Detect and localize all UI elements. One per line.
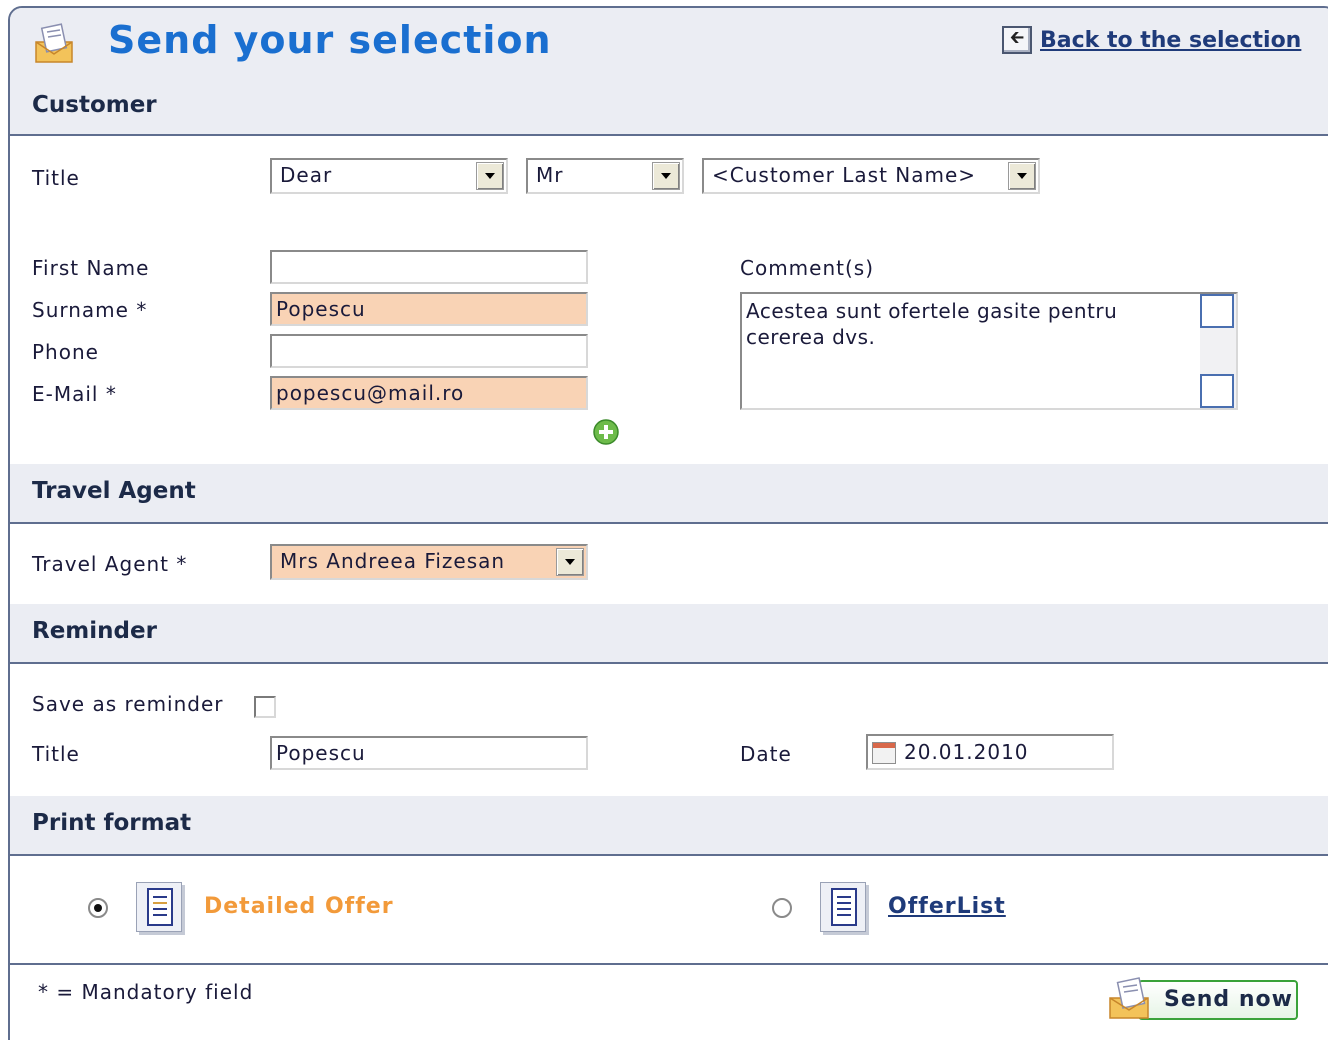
salutation-select[interactable]: Dear — [270, 158, 508, 194]
reminder-date-field[interactable]: 20.01.2010 — [866, 734, 1114, 770]
mandatory-field-note: * = Mandatory field — [38, 980, 254, 1004]
section-title: Print format — [32, 810, 192, 836]
chevron-down-icon[interactable] — [476, 162, 504, 190]
honorific-select[interactable]: Mr — [526, 158, 684, 194]
document-list-icon — [820, 882, 866, 932]
first-name-label: First Name — [32, 256, 150, 280]
back-link-label[interactable]: Back to the selection — [1040, 28, 1301, 53]
send-selection-panel: Send your selection 🡰 Back to the select… — [8, 6, 1328, 1040]
save-reminder-checkbox[interactable] — [254, 696, 276, 718]
arrow-left-icon[interactable]: 🡰 — [1002, 26, 1032, 54]
phone-label: Phone — [32, 340, 99, 364]
section-title: Reminder — [32, 618, 157, 644]
chevron-down-icon[interactable] — [1008, 162, 1036, 190]
travel-agent-section-header: Travel Agent — [10, 464, 1328, 524]
select-value: <Customer Last Name> — [712, 163, 977, 187]
select-value: Mr — [536, 163, 564, 187]
envelope-letter-icon[interactable] — [1108, 976, 1156, 1022]
email-field[interactable] — [270, 376, 588, 410]
comments-textarea[interactable]: Acestea sunt ofertele gasite pentru cere… — [740, 292, 1238, 410]
phone-field[interactable] — [270, 334, 588, 368]
surname-label: Surname * — [32, 298, 148, 322]
comments-scrollbar[interactable] — [1200, 294, 1236, 408]
footer-divider — [10, 963, 1328, 965]
travel-agent-label: Travel Agent * — [32, 552, 188, 576]
chevron-down-icon[interactable] — [556, 548, 584, 576]
send-now-button[interactable]: Send now — [1108, 977, 1300, 1022]
select-value: Mrs Andreea Fizesan — [280, 549, 506, 573]
calendar-icon[interactable] — [872, 742, 896, 764]
reminder-title-field[interactable] — [270, 736, 588, 770]
travel-agent-select[interactable]: Mrs Andreea Fizesan — [270, 544, 588, 580]
reminder-date-label: Date — [740, 742, 792, 766]
comments-label: Comment(s) — [740, 256, 875, 280]
scroll-up-button[interactable] — [1200, 294, 1234, 328]
offerlist-radio[interactable] — [772, 898, 792, 918]
print-format-section-header: Print format — [10, 796, 1328, 856]
email-label: E-Mail * — [32, 382, 117, 406]
date-value[interactable]: 20.01.2010 — [904, 740, 1029, 764]
scroll-down-button[interactable] — [1200, 374, 1234, 408]
customer-section-header: Customer — [10, 76, 1328, 136]
send-now-label[interactable]: Send now — [1164, 987, 1293, 1012]
detailed-offer-label[interactable]: Detailed Offer — [204, 894, 394, 919]
envelope-letter-icon — [35, 23, 73, 63]
section-title: Customer — [32, 92, 157, 118]
save-reminder-label: Save as reminder — [32, 692, 224, 716]
back-to-selection-link[interactable]: 🡰 Back to the selection — [1002, 26, 1301, 54]
comments-text[interactable]: Acestea sunt ofertele gasite pentru cere… — [746, 298, 1196, 350]
offerlist-link[interactable]: OfferList — [888, 894, 1006, 919]
customer-name-select[interactable]: <Customer Last Name> — [702, 158, 1040, 194]
surname-field[interactable] — [270, 292, 588, 326]
plus-circle-icon[interactable] — [592, 418, 620, 446]
reminder-section-header: Reminder — [10, 604, 1328, 664]
detailed-offer-radio[interactable] — [88, 898, 108, 918]
page-title: Send your selection — [108, 18, 552, 62]
select-value: Dear — [280, 163, 333, 187]
document-icon — [136, 882, 182, 932]
section-title: Travel Agent — [32, 478, 196, 504]
title-label: Title — [32, 166, 80, 190]
panel-header: Send your selection 🡰 Back to the select… — [10, 8, 1328, 84]
chevron-down-icon[interactable] — [652, 162, 680, 190]
first-name-field[interactable] — [270, 250, 588, 284]
reminder-title-label: Title — [32, 742, 80, 766]
